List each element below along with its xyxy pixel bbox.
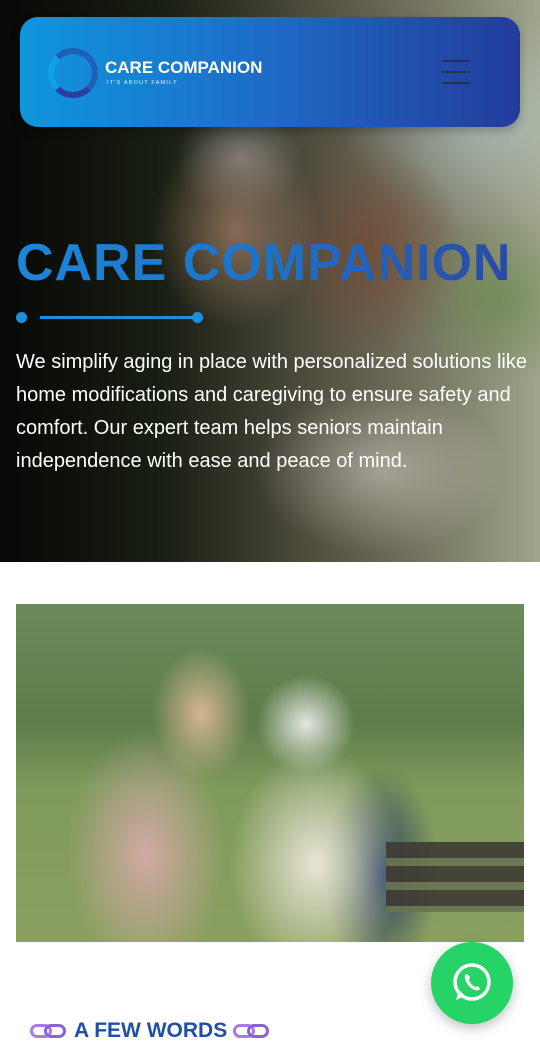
- section-heading-text: A FEW WORDS: [74, 1019, 228, 1042]
- whatsapp-icon: [453, 963, 491, 1001]
- hero-title: CARE COMPANION: [16, 234, 512, 292]
- chain-link-icon: [233, 1021, 271, 1041]
- logo-tagline: IT'S ABOUT FAMILY: [107, 80, 178, 86]
- hero-divider: [16, 311, 206, 325]
- logo-title[interactable]: CARE COMPANION: [105, 58, 262, 78]
- logo-icon[interactable]: [48, 48, 98, 98]
- section-heading: A FEW WORDS: [30, 1017, 271, 1045]
- photo-bench: [386, 842, 524, 912]
- hero-section: CARE COMPANION IT'S ABOUT FAMILY CARE CO…: [0, 0, 540, 562]
- whatsapp-button[interactable]: [431, 942, 513, 1024]
- caregiver-photo: [16, 604, 524, 942]
- hamburger-menu-icon[interactable]: [440, 58, 472, 86]
- hero-description: We simplify aging in place with personal…: [16, 351, 527, 472]
- chain-link-icon: [30, 1021, 68, 1041]
